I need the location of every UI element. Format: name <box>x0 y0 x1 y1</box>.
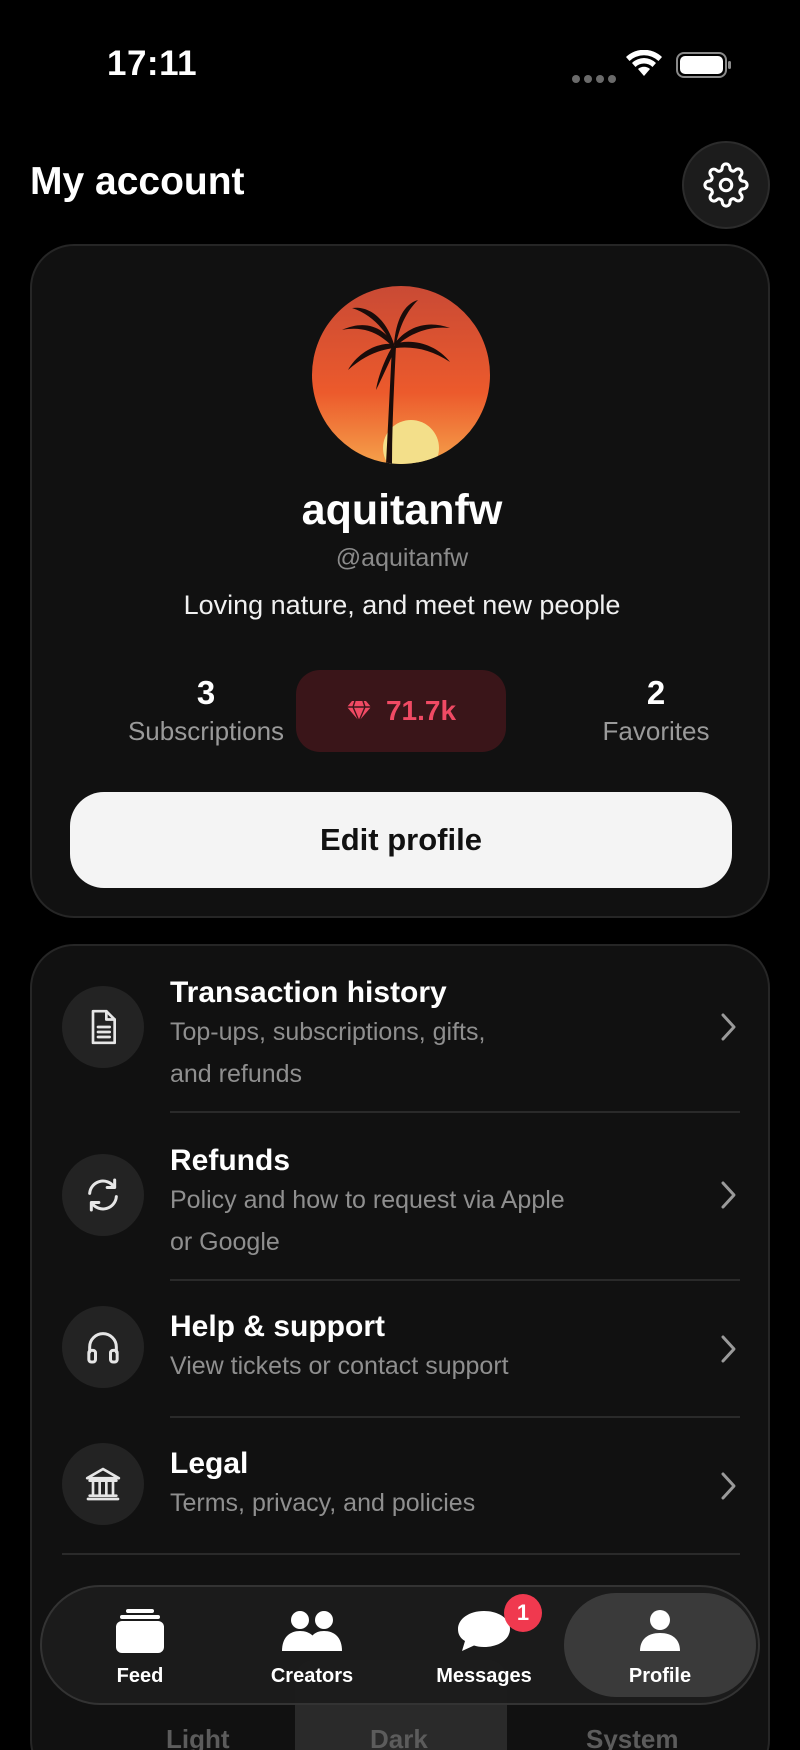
favorites-stat[interactable]: 2 Favorites <box>546 674 766 747</box>
battery-icon <box>676 52 731 78</box>
profile-card: aquitanfw @aquitanfw Loving nature, and … <box>30 244 770 918</box>
divider <box>170 1111 740 1113</box>
menu-item-subtitle: or Google <box>170 1228 280 1256</box>
divider <box>62 1553 740 1555</box>
status-time: 17:11 <box>107 44 198 83</box>
headphones-icon <box>87 1332 119 1364</box>
chevron-right-icon <box>721 1181 736 1209</box>
tab-label: Messages <box>436 1665 532 1687</box>
theme-light-option[interactable]: Light <box>166 1724 230 1750</box>
chevron-right-icon <box>721 1472 736 1500</box>
chevron-right-icon <box>721 1335 736 1363</box>
signal-dots-icon <box>572 70 620 88</box>
favorites-count: 2 <box>646 674 666 711</box>
subscriptions-count: 3 <box>196 674 216 711</box>
tab-feed[interactable]: Feed <box>54 1587 226 1703</box>
wifi-icon <box>626 50 662 76</box>
favorites-label: Favorites <box>602 716 710 746</box>
menu-item-title: Legal <box>170 1447 249 1480</box>
menu-item-title: Help & support <box>170 1310 385 1343</box>
menu-item-subtitle: Policy and how to request via Apple <box>170 1186 565 1214</box>
avatar[interactable] <box>312 286 490 464</box>
tab-bar: Feed Creators Messages Profile <box>40 1585 760 1705</box>
chevron-right-icon <box>721 1013 736 1041</box>
menu-item-refunds[interactable]: Refunds Policy and how to request via Ap… <box>32 1114 768 1282</box>
gems-balance-button[interactable]: 71.7k <box>296 670 506 752</box>
theme-dark-option[interactable]: Dark <box>370 1724 428 1750</box>
menu-item-title: Transaction history <box>170 976 447 1009</box>
subscriptions-stat[interactable]: 3 Subscriptions <box>96 674 316 747</box>
gems-value: 71.7k <box>385 695 457 726</box>
divider <box>170 1279 740 1281</box>
subscriptions-label: Subscriptions <box>127 716 285 746</box>
gear-icon <box>703 162 749 208</box>
menu-item-legal[interactable]: Legal Terms, privacy, and policies <box>32 1419 768 1556</box>
menu-item-subtitle: Top-ups, subscriptions, gifts, <box>170 1018 486 1046</box>
tab-label: Feed <box>116 1665 164 1687</box>
edit-profile-button[interactable]: Edit profile <box>70 792 732 888</box>
feed-icon <box>116 1609 164 1653</box>
messages-unread-badge: 1 <box>504 1594 542 1632</box>
menu-item-transaction-history[interactable]: Transaction history Top-ups, subscriptio… <box>32 946 768 1114</box>
settings-button[interactable] <box>682 141 770 229</box>
divider <box>170 1416 740 1418</box>
page-title: My account <box>30 160 245 203</box>
menu-item-subtitle: Terms, privacy, and policies <box>170 1489 476 1517</box>
bank-icon <box>85 1467 121 1501</box>
username-handle: @aquitanfw <box>335 544 469 572</box>
tab-profile[interactable]: Profile <box>574 1587 746 1703</box>
tab-messages[interactable]: Messages <box>398 1587 570 1703</box>
refresh-icon <box>88 1178 118 1212</box>
tab-label: Creators <box>270 1665 354 1687</box>
menu-item-help-support[interactable]: Help & support View tickets or contact s… <box>32 1282 768 1419</box>
menu-item-subtitle: and refunds <box>170 1060 303 1088</box>
people-icon <box>282 1611 342 1651</box>
bio: Loving nature, and meet new people <box>183 590 621 620</box>
gem-icon <box>346 700 371 722</box>
menu-item-subtitle: View tickets or contact support <box>170 1352 509 1380</box>
status-bar: 17:11 <box>0 0 800 130</box>
theme-system-option[interactable]: System <box>586 1724 679 1750</box>
tab-label: Profile <box>628 1665 692 1687</box>
document-icon <box>91 1009 116 1045</box>
person-icon <box>640 1610 680 1651</box>
menu-item-title: Refunds <box>170 1144 290 1177</box>
palm-sunset-image <box>312 286 490 464</box>
tab-creators[interactable]: Creators <box>226 1587 398 1703</box>
display-name: aquitanfw <box>301 486 503 534</box>
